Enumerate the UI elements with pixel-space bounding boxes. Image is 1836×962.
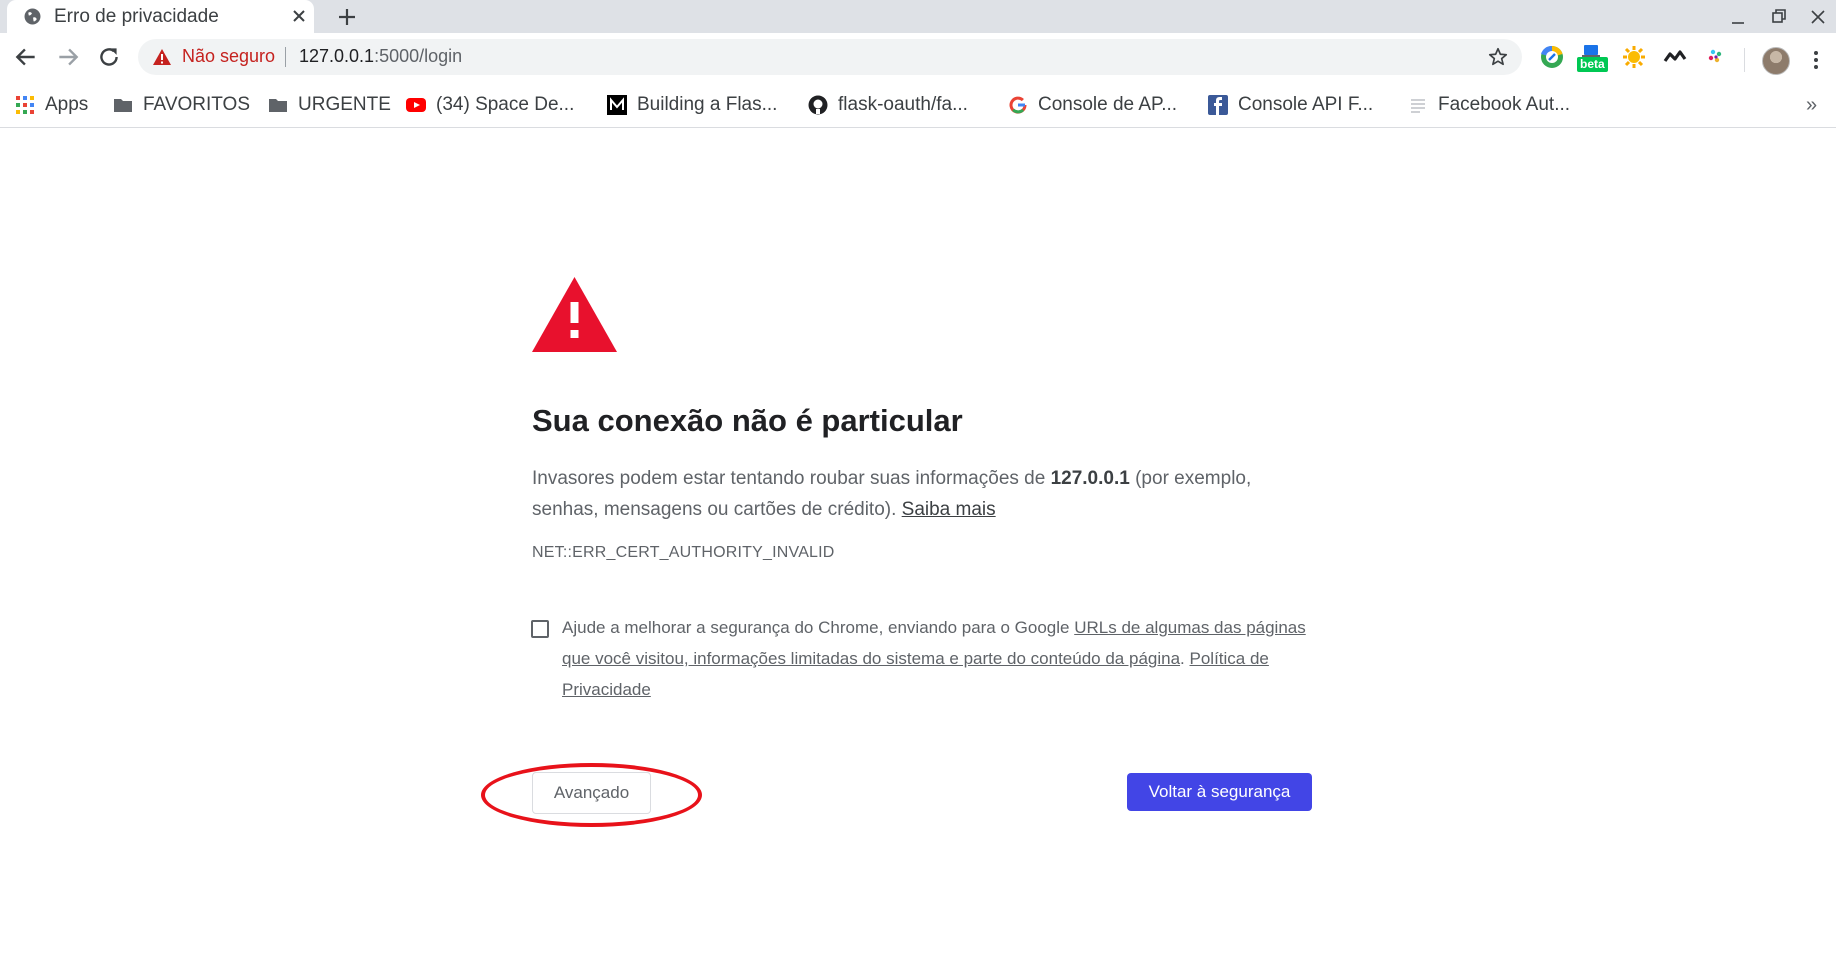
- extension-wave-icon[interactable]: [1658, 40, 1692, 74]
- reload-icon[interactable]: [96, 44, 122, 70]
- profile-avatar[interactable]: [1762, 47, 1790, 75]
- explanation-paragraph: Invasores podem estar tentando roubar su…: [532, 463, 1312, 525]
- bookmark-label: Building a Flas...: [637, 94, 778, 115]
- facebook-icon: [1208, 95, 1228, 115]
- bookmark-label: Console API F...: [1238, 94, 1374, 115]
- optin-separator: .: [1180, 649, 1190, 668]
- host-name: 127.0.0.1: [1050, 468, 1130, 489]
- bookmarks-bar: Apps FAVORITOS URGENTE (34) Space De... …: [0, 88, 1836, 128]
- bookmark-label: flask-oauth/fa...: [838, 94, 968, 115]
- bookmark-label: Apps: [45, 94, 89, 115]
- extension-beta-icon[interactable]: beta: [1574, 40, 1608, 74]
- address-bar[interactable]: Não seguro 127.0.0.1:5000/login: [138, 39, 1522, 75]
- github-icon: [808, 95, 828, 115]
- bookmark-urgente[interactable]: URGENTE: [268, 88, 391, 122]
- omnibox-separator: [285, 47, 286, 67]
- folder-icon: [269, 99, 287, 112]
- bookmark-favoritos[interactable]: FAVORITOS: [113, 88, 250, 122]
- warning-triangle-icon: [532, 277, 617, 352]
- bookmark-facebook-console[interactable]: Console API F...: [1208, 88, 1373, 122]
- page-title: Sua conexão não é particular: [532, 403, 963, 438]
- warning-icon[interactable]: [152, 47, 172, 67]
- apps-grid-icon: [16, 96, 34, 114]
- folder-icon: [114, 99, 132, 112]
- safe-browsing-optin-text: Ajude a melhorar a segurança do Chrome, …: [562, 612, 1322, 705]
- tab-title: Erro de privacidade: [54, 6, 219, 27]
- forward-arrow-icon[interactable]: [55, 44, 81, 70]
- globe-icon: [24, 8, 41, 25]
- bookmark-youtube[interactable]: (34) Space De...: [406, 88, 574, 122]
- bookmark-star-icon[interactable]: [1487, 46, 1509, 68]
- beta-badge: beta: [1577, 57, 1608, 72]
- optin-text: Ajude a melhorar a segurança do Chrome, …: [562, 618, 1075, 637]
- bookmark-label: Facebook Aut...: [1438, 94, 1571, 115]
- medium-icon: [607, 95, 627, 115]
- url-path: :5000/login: [374, 46, 463, 66]
- explanation-text: Invasores podem estar tentando roubar su…: [532, 468, 1051, 489]
- google-icon: [1009, 96, 1027, 114]
- bookmark-label: (34) Space De...: [436, 94, 575, 115]
- restore-icon[interactable]: [1768, 6, 1790, 28]
- error-code: NET::ERR_CERT_AUTHORITY_INVALID: [532, 544, 835, 561]
- bookmark-google-console[interactable]: Console de AP...: [1008, 88, 1177, 122]
- tab-active[interactable]: Erro de privacidade: [7, 0, 314, 33]
- page-icon: [1411, 99, 1425, 113]
- bookmark-github[interactable]: flask-oauth/fa...: [808, 88, 968, 122]
- extension-sun-icon[interactable]: [1617, 40, 1651, 74]
- kebab-menu-icon[interactable]: [1808, 47, 1824, 73]
- tab-strip: Erro de privacidade: [0, 0, 1836, 33]
- advanced-button[interactable]: Avançado: [532, 772, 651, 814]
- safe-browsing-checkbox[interactable]: [531, 620, 549, 638]
- bookmark-label: FAVORITOS: [143, 94, 250, 115]
- youtube-icon: [406, 98, 426, 112]
- extension-chrome-icon[interactable]: [1535, 40, 1569, 74]
- back-to-safety-button[interactable]: Voltar à segurança: [1127, 773, 1312, 811]
- back-arrow-icon[interactable]: [13, 44, 39, 70]
- not-secure-label[interactable]: Não seguro: [182, 46, 275, 67]
- bookmark-medium[interactable]: Building a Flas...: [607, 88, 777, 122]
- new-tab-icon[interactable]: [336, 6, 358, 28]
- bookmark-apps[interactable]: Apps: [15, 88, 88, 122]
- extension-slack-icon[interactable]: [1699, 40, 1733, 74]
- url-host: 127.0.0.1: [299, 46, 375, 66]
- toolbar-divider: [1744, 48, 1745, 72]
- bookmark-label: URGENTE: [298, 94, 391, 115]
- minimize-icon[interactable]: [1727, 6, 1749, 28]
- bookmarks-overflow-chevron[interactable]: »: [1806, 94, 1817, 117]
- close-icon[interactable]: [290, 7, 308, 25]
- url-text[interactable]: 127.0.0.1:5000/login: [299, 46, 462, 67]
- learn-more-link[interactable]: Saiba mais: [902, 499, 996, 520]
- window-close-icon[interactable]: [1807, 6, 1829, 28]
- bookmark-facebook-auth[interactable]: Facebook Aut...: [1408, 88, 1570, 122]
- bookmark-label: Console de AP...: [1038, 94, 1178, 115]
